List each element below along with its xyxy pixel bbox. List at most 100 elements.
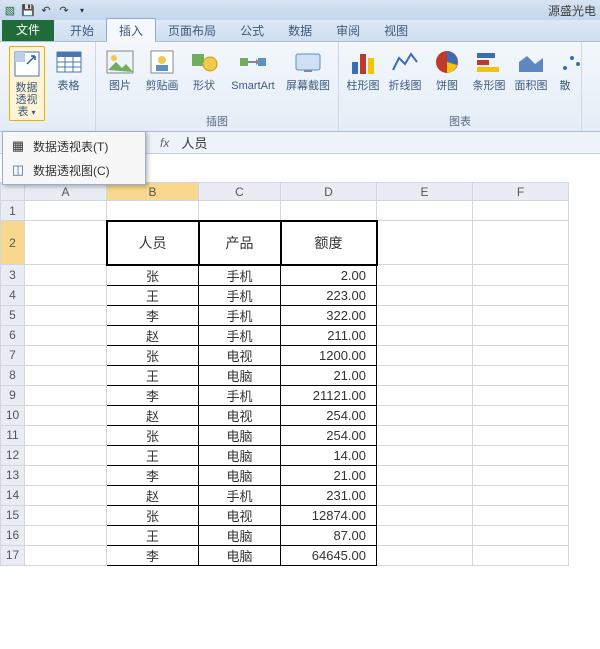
header-person[interactable]: 人员 (107, 221, 199, 265)
cell-amount[interactable]: 254.00 (281, 425, 377, 445)
cell-product[interactable]: 手机 (199, 385, 281, 405)
cell-person[interactable]: 王 (107, 365, 199, 385)
cell-amount[interactable]: 211.00 (281, 325, 377, 345)
cell-person[interactable]: 李 (107, 305, 199, 325)
row-header[interactable]: 13 (1, 465, 25, 485)
cell-amount[interactable]: 1200.00 (281, 345, 377, 365)
cell-person[interactable]: 李 (107, 545, 199, 565)
cell-amount[interactable]: 12874.00 (281, 505, 377, 525)
row-header[interactable]: 6 (1, 325, 25, 345)
bar-chart-button[interactable]: 条形图 (471, 46, 507, 92)
picture-button[interactable]: 图片 (102, 46, 138, 92)
cell-amount[interactable]: 21121.00 (281, 385, 377, 405)
row-header[interactable]: 7 (1, 345, 25, 365)
screenshot-button[interactable]: 屏幕截图 (284, 46, 332, 92)
cell-person[interactable]: 赵 (107, 405, 199, 425)
table-button[interactable]: 表格 (51, 46, 87, 92)
smartart-button[interactable]: SmartArt (228, 46, 278, 92)
tab-data[interactable]: 数据 (276, 19, 324, 41)
area-chart-button[interactable]: 面积图 (513, 46, 549, 92)
spreadsheet-grid[interactable]: A B C D E F 1 2人员产品额度 3张手机2.004王手机223.00… (0, 182, 569, 566)
line-chart-button[interactable]: 折线图 (387, 46, 423, 92)
cell-product[interactable]: 手机 (199, 325, 281, 345)
cell-product[interactable]: 电脑 (199, 545, 281, 565)
row-header[interactable]: 12 (1, 445, 25, 465)
row-header[interactable]: 9 (1, 385, 25, 405)
col-header-E[interactable]: E (377, 183, 473, 201)
cell-product[interactable]: 电视 (199, 505, 281, 525)
row-header[interactable]: 5 (1, 305, 25, 325)
col-header-A[interactable]: A (25, 183, 107, 201)
row-header[interactable]: 11 (1, 425, 25, 445)
row-header[interactable]: 15 (1, 505, 25, 525)
cell-amount[interactable]: 21.00 (281, 365, 377, 385)
cell-amount[interactable]: 64645.00 (281, 545, 377, 565)
pivot-table-button[interactable]: 数据 透视表 ▾ (9, 46, 45, 121)
col-header-B[interactable]: B (107, 183, 199, 201)
formula-value[interactable]: 人员 (181, 133, 207, 152)
row-header[interactable]: 8 (1, 365, 25, 385)
menu-pivot-chart[interactable]: ◫ 数据透视图(C) (5, 158, 143, 182)
tab-formulas[interactable]: 公式 (228, 19, 276, 41)
select-all-corner[interactable] (1, 183, 25, 201)
qat-dropdown-icon[interactable]: ▾ (74, 2, 90, 18)
cell-amount[interactable]: 2.00 (281, 265, 377, 286)
shapes-button[interactable]: 形状 (186, 46, 222, 92)
cell-person[interactable]: 赵 (107, 485, 199, 505)
cell-person[interactable]: 王 (107, 445, 199, 465)
cell-product[interactable]: 手机 (199, 285, 281, 305)
header-product[interactable]: 产品 (199, 221, 281, 265)
col-header-C[interactable]: C (199, 183, 281, 201)
scatter-chart-button[interactable]: 散 (555, 46, 575, 92)
row-header[interactable]: 2 (1, 221, 25, 265)
cell-person[interactable]: 王 (107, 525, 199, 545)
menu-pivot-table[interactable]: ▦ 数据透视表(T) (5, 134, 143, 158)
row-header[interactable]: 1 (1, 201, 25, 221)
cell-product[interactable]: 手机 (199, 265, 281, 286)
cell-product[interactable]: 电视 (199, 345, 281, 365)
header-amount[interactable]: 额度 (281, 221, 377, 265)
col-header-D[interactable]: D (281, 183, 377, 201)
undo-icon[interactable]: ↶ (38, 2, 54, 18)
cell-product[interactable]: 电脑 (199, 445, 281, 465)
cell-amount[interactable]: 322.00 (281, 305, 377, 325)
cell-amount[interactable]: 254.00 (281, 405, 377, 425)
tab-file[interactable]: 文件 (2, 18, 54, 41)
cell-amount[interactable]: 21.00 (281, 465, 377, 485)
clipart-button[interactable]: 剪贴画 (144, 46, 180, 92)
cell-person[interactable]: 张 (107, 265, 199, 286)
cell-amount[interactable]: 231.00 (281, 485, 377, 505)
tab-home[interactable]: 开始 (58, 19, 106, 41)
row-header[interactable]: 14 (1, 485, 25, 505)
row-header[interactable]: 4 (1, 285, 25, 305)
cell-product[interactable]: 电脑 (199, 365, 281, 385)
cell-product[interactable]: 手机 (199, 305, 281, 325)
redo-icon[interactable]: ↷ (56, 2, 72, 18)
column-chart-button[interactable]: 柱形图 (345, 46, 381, 92)
row-header[interactable]: 17 (1, 545, 25, 565)
cell-product[interactable]: 电脑 (199, 425, 281, 445)
cell-product[interactable]: 电脑 (199, 465, 281, 485)
save-icon[interactable]: 💾 (20, 2, 36, 18)
cell-amount[interactable]: 87.00 (281, 525, 377, 545)
cell-amount[interactable]: 223.00 (281, 285, 377, 305)
col-header-F[interactable]: F (473, 183, 569, 201)
pie-chart-button[interactable]: 饼图 (429, 46, 465, 92)
cell-person[interactable]: 张 (107, 345, 199, 365)
cell-product[interactable]: 电视 (199, 405, 281, 425)
tab-insert[interactable]: 插入 (106, 18, 156, 42)
cell-person[interactable]: 赵 (107, 325, 199, 345)
cell-person[interactable]: 张 (107, 425, 199, 445)
tab-pagelayout[interactable]: 页面布局 (156, 19, 228, 41)
cell-person[interactable]: 王 (107, 285, 199, 305)
row-header[interactable]: 10 (1, 405, 25, 425)
cell-person[interactable]: 李 (107, 385, 199, 405)
tab-view[interactable]: 视图 (372, 19, 420, 41)
cell-product[interactable]: 电脑 (199, 525, 281, 545)
row-header[interactable]: 3 (1, 265, 25, 286)
fx-icon[interactable]: fx (160, 136, 169, 150)
row-header[interactable]: 16 (1, 525, 25, 545)
cell-person[interactable]: 李 (107, 465, 199, 485)
cell-person[interactable]: 张 (107, 505, 199, 525)
tab-review[interactable]: 审阅 (324, 19, 372, 41)
